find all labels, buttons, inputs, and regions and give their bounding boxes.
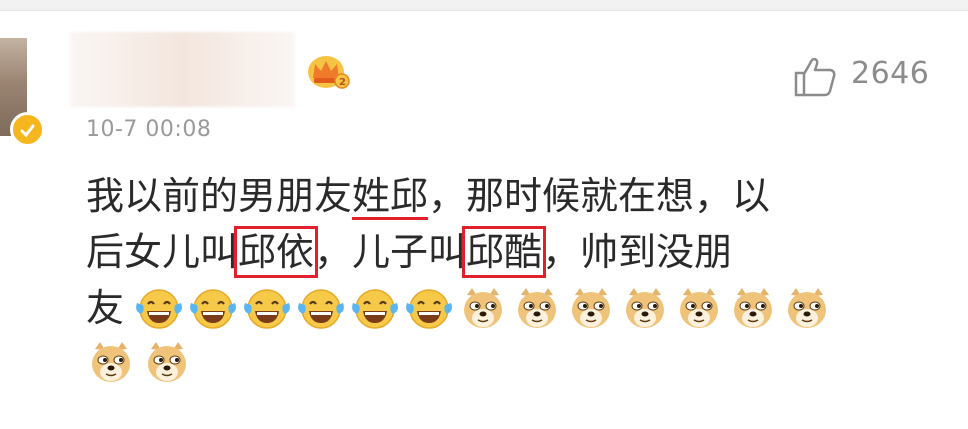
top-divider <box>0 0 968 11</box>
text-segment: ，那时候就在想，以 <box>428 174 771 218</box>
comment-text-line-1: 我以前的男朋友姓邱，那时候就在想，以 <box>86 174 770 218</box>
laugh-cry-icon <box>298 289 344 329</box>
doge-icon <box>464 288 502 328</box>
text-segment: 后女儿叫 <box>86 230 239 274</box>
laugh-cry-icon <box>136 289 182 329</box>
svg-text:2: 2 <box>339 77 346 88</box>
doge-icon <box>518 288 556 328</box>
doge-icon <box>680 288 718 328</box>
comment-text-line-3: 友 <box>86 286 124 330</box>
laugh-cry-icon <box>190 289 236 329</box>
highlighted-name-1: 邱依 <box>234 226 319 278</box>
doge-icon <box>572 288 610 328</box>
laugh-cry-icon <box>352 289 398 329</box>
doge-icon <box>788 288 826 328</box>
emoji-row <box>86 340 192 388</box>
comment-text-line-2: 后女儿叫邱依，儿子叫邱酷，帅到没朋 <box>86 226 733 278</box>
laugh-cry-icon <box>244 289 290 329</box>
thumbs-up-icon[interactable] <box>792 54 838 98</box>
crown-icon: 2 <box>308 56 350 89</box>
username-blurred[interactable] <box>70 32 295 107</box>
verified-badge-icon <box>10 112 45 147</box>
like-count[interactable]: 2646 <box>851 56 929 91</box>
emoji-row <box>134 286 832 334</box>
highlighted-name-2: 邱酷 <box>462 226 547 278</box>
text-segment: ，帅到没朋 <box>542 230 733 274</box>
underlined-phrase: 姓邱 <box>352 174 429 218</box>
comment-timestamp: 10-7 00:08 <box>86 117 212 142</box>
doge-icon <box>626 288 664 328</box>
laugh-cry-icon <box>406 289 452 329</box>
doge-icon <box>148 342 186 382</box>
doge-icon <box>92 342 130 382</box>
text-segment: ，儿子叫 <box>314 230 467 274</box>
doge-icon <box>734 288 772 328</box>
text-segment: 友 <box>86 286 125 330</box>
text-segment: 男朋友 <box>238 174 353 218</box>
text-segment: 我以前的 <box>86 174 239 218</box>
